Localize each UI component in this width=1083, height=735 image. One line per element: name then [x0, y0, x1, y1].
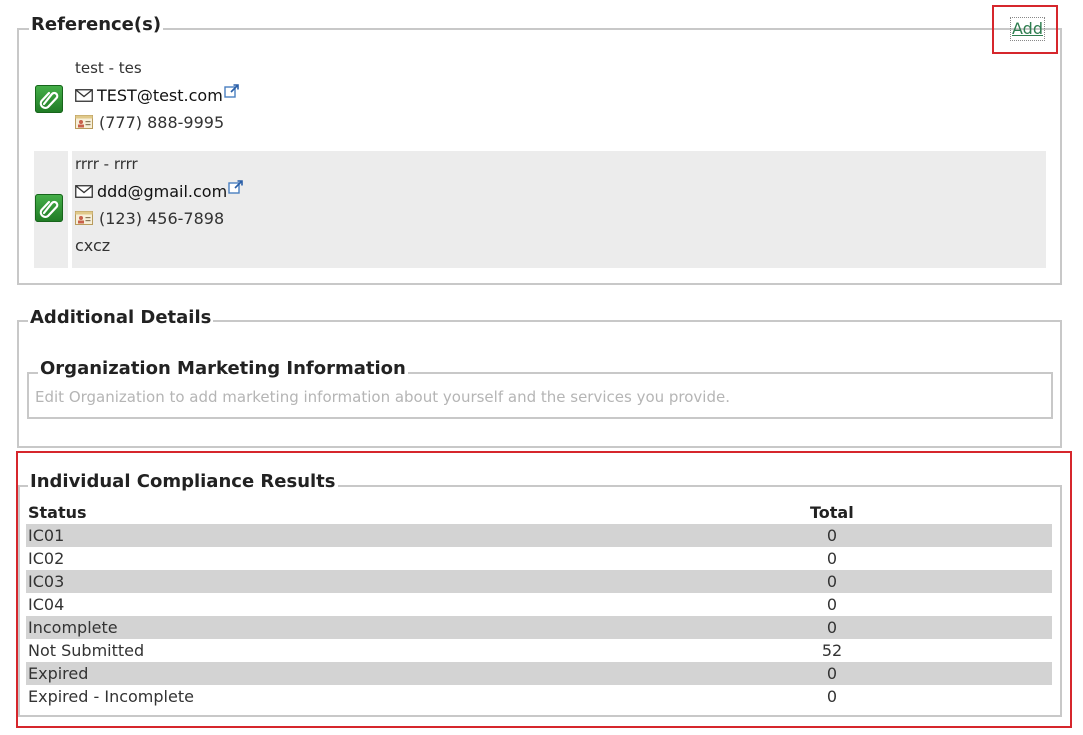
total-cell: 0 [826, 526, 838, 545]
reference-phone: (123) 456-7898 [99, 209, 225, 228]
total-cell: 0 [826, 572, 838, 591]
table-row: Expired - Incomplete 0 [26, 685, 1052, 708]
status-cell: IC03 [28, 572, 65, 591]
reference-item: rrrr - rrrr ddd@gmail.com (123) 456-7898… [34, 151, 1046, 268]
status-cell: Incomplete [28, 618, 118, 637]
reference-note: cxcz [75, 236, 111, 255]
status-cell: Expired - Incomplete [28, 687, 194, 706]
total-cell: 0 [826, 549, 838, 568]
contact-card-icon [75, 206, 93, 233]
total-cell: 0 [826, 618, 838, 637]
status-cell: IC01 [28, 526, 65, 545]
status-cell: Expired [28, 664, 89, 683]
reference-name: rrrr - rrrr [75, 155, 138, 173]
status-column-header: Status [28, 503, 87, 522]
compliance-table-header: Status Total [26, 502, 1052, 524]
status-cell: Not Submitted [28, 641, 145, 660]
total-cell: 52 [821, 641, 843, 660]
table-row: Not Submitted 52 [26, 639, 1052, 662]
total-cell: 0 [826, 664, 838, 683]
reference-phone-row: (123) 456-7898 [75, 205, 244, 232]
reference-attachment-column [34, 151, 68, 268]
reference-name: test - tes [75, 59, 142, 77]
total-cell: 0 [826, 687, 838, 706]
reference-phone: (777) 888-9995 [99, 113, 225, 132]
additional-details-legend: Additional Details [28, 307, 214, 329]
reference-attachment-column [34, 55, 68, 140]
reference-email-row: ddd@gmail.com [75, 178, 244, 205]
reference-email[interactable]: ddd@gmail.com [97, 182, 227, 201]
total-column-header: Total [810, 503, 854, 522]
table-row: IC01 0 [26, 524, 1052, 547]
table-row: Expired 0 [26, 662, 1052, 685]
org-marketing-legend: Organization Marketing Information [38, 358, 408, 380]
table-row: IC04 0 [26, 593, 1052, 616]
org-marketing-text: Edit Organization to add marketing infor… [35, 388, 730, 406]
table-row: IC03 0 [26, 570, 1052, 593]
references-legend: Reference(s) [29, 14, 164, 36]
external-link-icon[interactable] [228, 176, 244, 203]
compliance-table-body: IC01 0 IC02 0 IC03 0 IC04 0 Incomplete 0… [26, 524, 1052, 708]
reference-email[interactable]: TEST@test.com [97, 86, 223, 105]
reference-email-row: TEST@test.com [75, 82, 240, 109]
status-cell: IC04 [28, 595, 65, 614]
reference-phone-row: (777) 888-9995 [75, 109, 240, 136]
paperclip-icon[interactable] [35, 85, 63, 113]
add-reference-link[interactable]: Add [1010, 17, 1045, 41]
table-row: IC02 0 [26, 547, 1052, 570]
table-row: Incomplete 0 [26, 616, 1052, 639]
external-link-icon[interactable] [224, 80, 240, 107]
compliance-legend: Individual Compliance Results [28, 471, 338, 493]
reference-item: test - tes TEST@test.com (777) 888-9995 [34, 55, 1046, 140]
envelope-icon [75, 179, 93, 206]
status-cell: IC02 [28, 549, 65, 568]
reference-divider [68, 151, 72, 268]
contact-card-icon [75, 110, 93, 137]
paperclip-icon[interactable] [35, 194, 63, 222]
envelope-icon [75, 83, 93, 110]
total-cell: 0 [826, 595, 838, 614]
